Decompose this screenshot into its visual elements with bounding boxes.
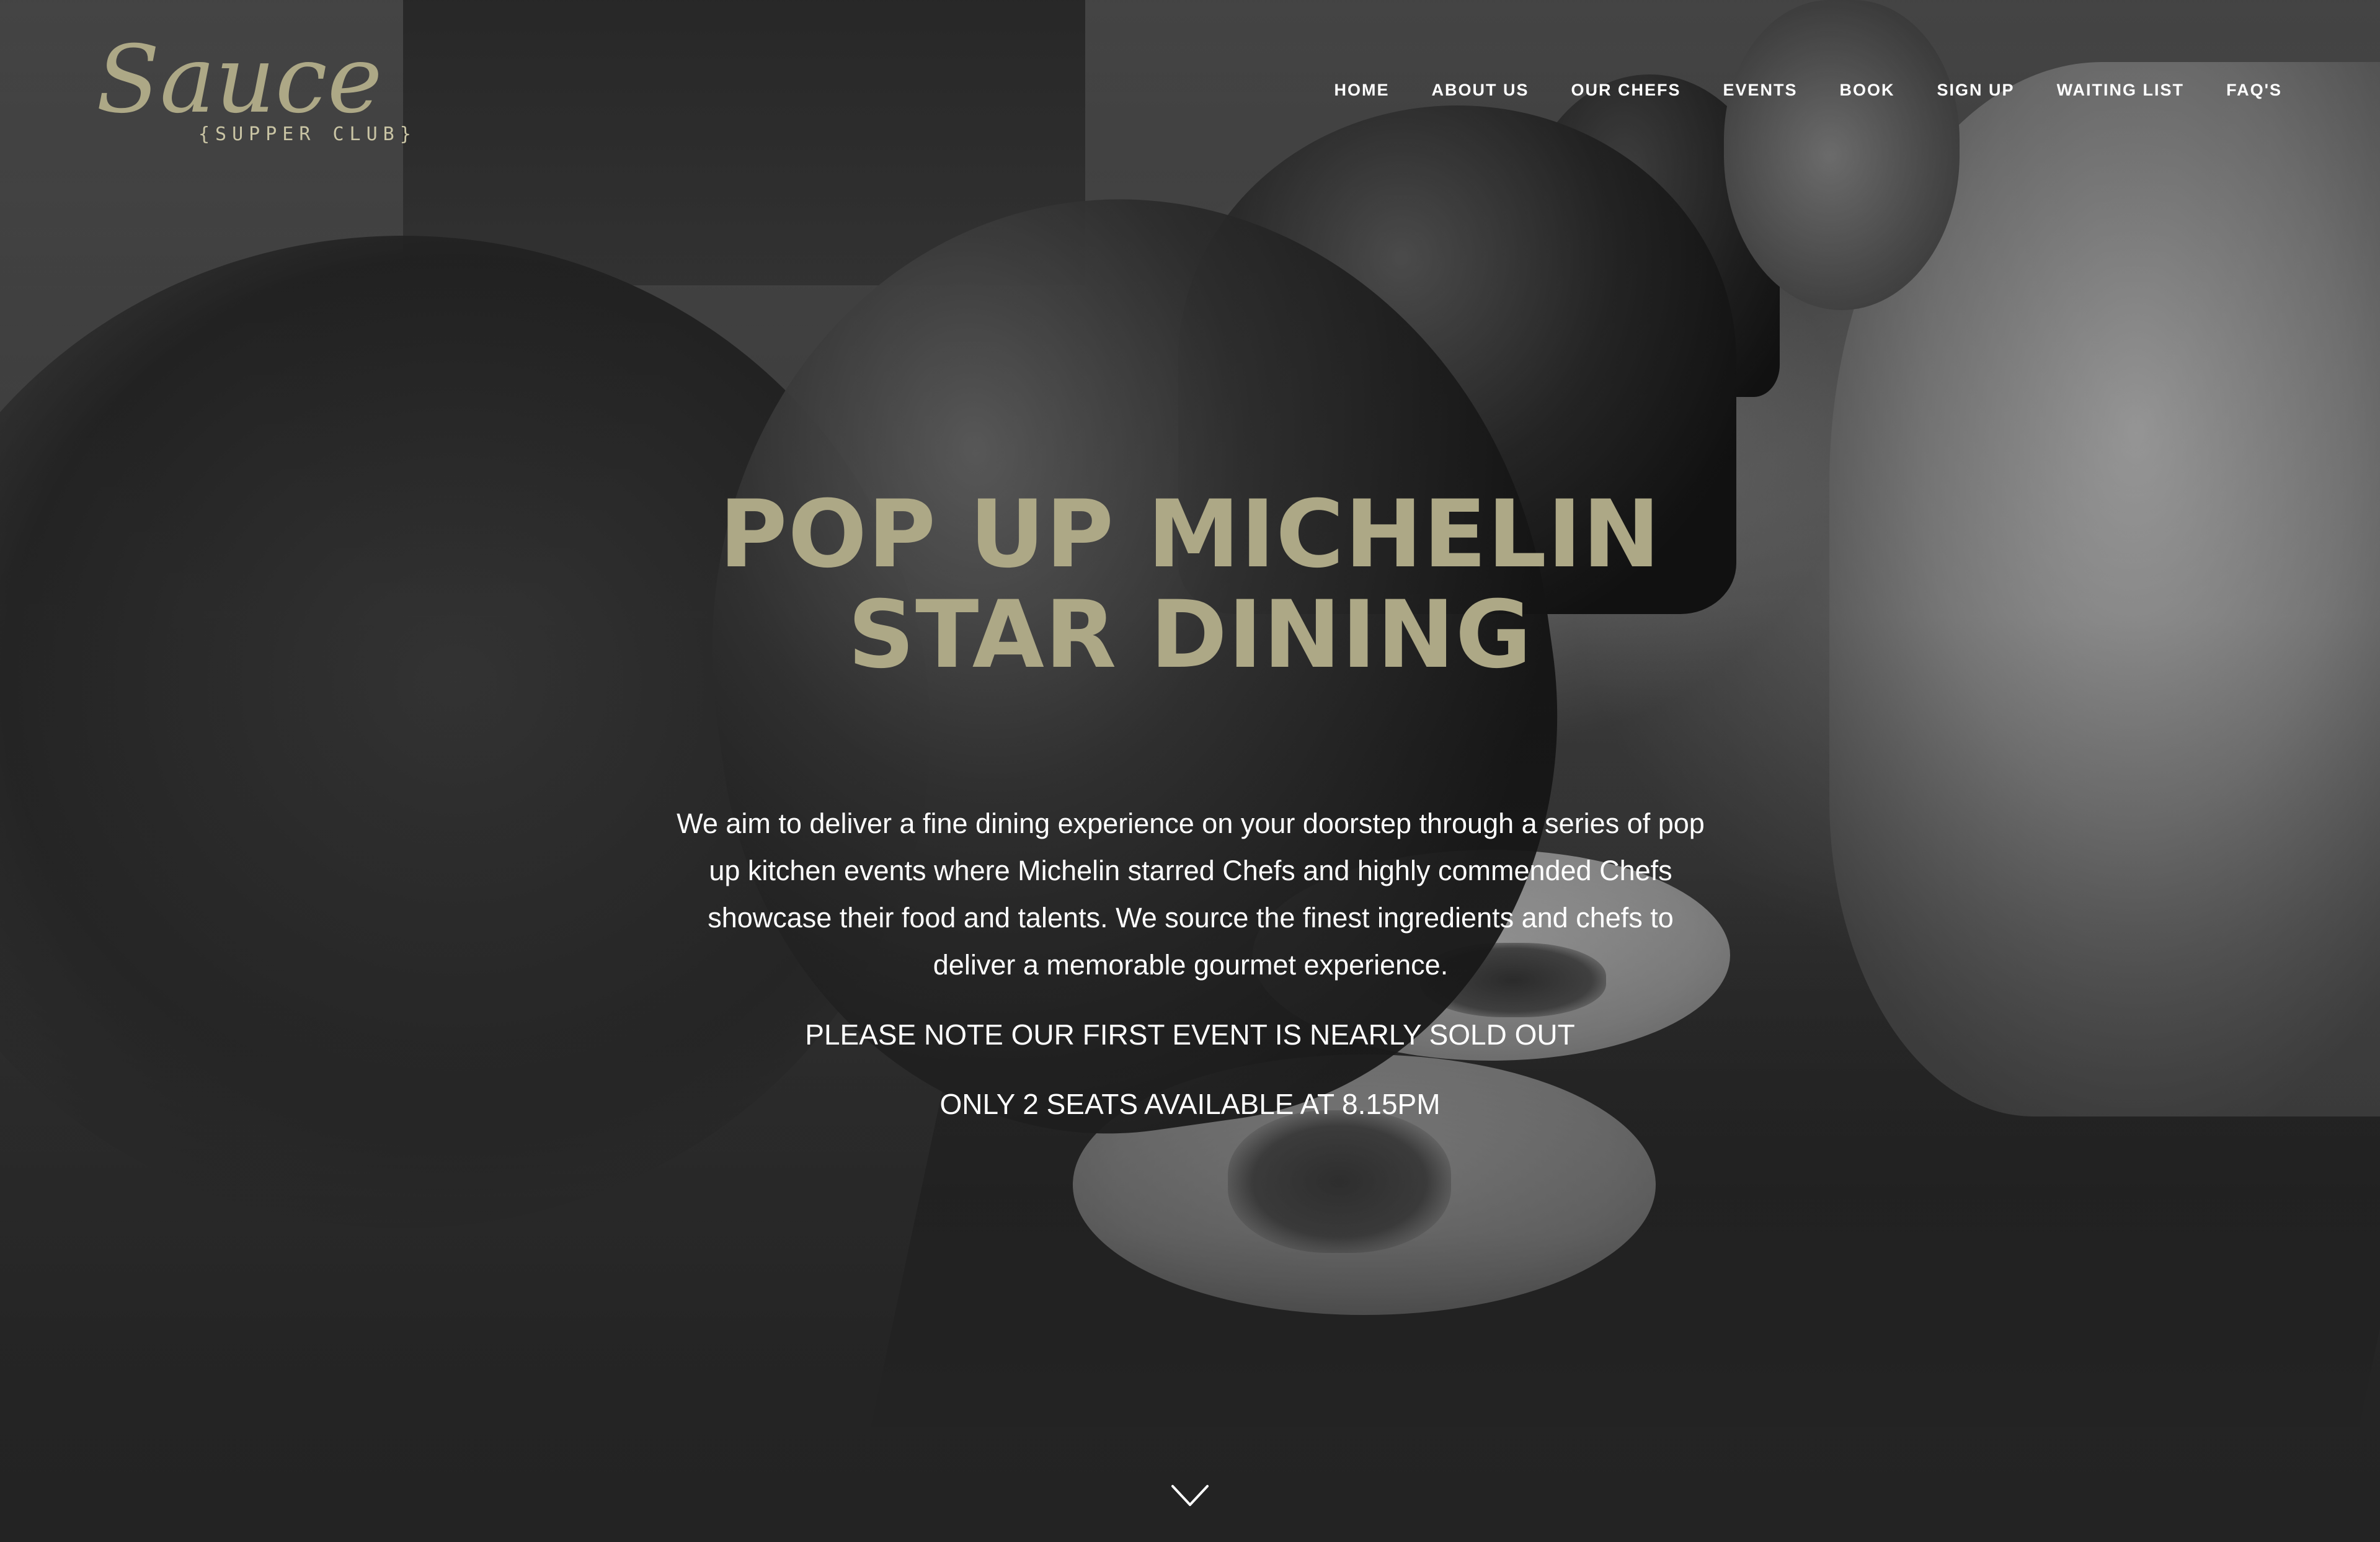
hero-headline-line-2: STAR DINING bbox=[848, 581, 1532, 689]
nav-item-faqs[interactable]: FAQ'S bbox=[2226, 81, 2282, 100]
site-logo[interactable]: Sauce {SUPPER CLUB} bbox=[96, 19, 518, 161]
nav-item-about-us[interactable]: ABOUT US bbox=[1431, 81, 1529, 100]
nav-item-home[interactable]: HOME bbox=[1334, 81, 1389, 100]
sauce-logo-mark: Sauce {SUPPER CLUB} bbox=[96, 26, 417, 145]
chevron-down-icon bbox=[1171, 1485, 1209, 1506]
nav-item-events[interactable]: EVENTS bbox=[1723, 81, 1798, 100]
nav-item-our-chefs[interactable]: OUR CHEFS bbox=[1571, 81, 1681, 100]
logo-script-text: Sauce bbox=[96, 26, 383, 134]
hero-headline-line-1: POP UP MICHELIN bbox=[719, 480, 1661, 589]
nav-item-waiting-list[interactable]: WAITING LIST bbox=[2057, 81, 2185, 100]
hero-description: We aim to deliver a fine dining experien… bbox=[677, 808, 1705, 981]
main-nav: HOME ABOUT US OUR CHEFS EVENTS BOOK SIGN… bbox=[1292, 81, 2282, 100]
scroll-down-button[interactable] bbox=[1170, 1482, 1210, 1510]
seats-available-notice: ONLY 2 SEATS AVAILABLE AT 8.15PM bbox=[939, 1088, 1441, 1120]
sold-out-notice: PLEASE NOTE OUR FIRST EVENT IS NEARLY SO… bbox=[805, 1018, 1575, 1051]
logo-subtitle-text: {SUPPER CLUB} bbox=[198, 123, 417, 145]
nav-item-book[interactable]: BOOK bbox=[1840, 81, 1895, 100]
nav-item-sign-up[interactable]: SIGN UP bbox=[1937, 81, 2015, 100]
hero-overlay bbox=[0, 0, 2380, 1542]
hero-headline: POP UP MICHELIN STAR DINING bbox=[570, 484, 1810, 685]
